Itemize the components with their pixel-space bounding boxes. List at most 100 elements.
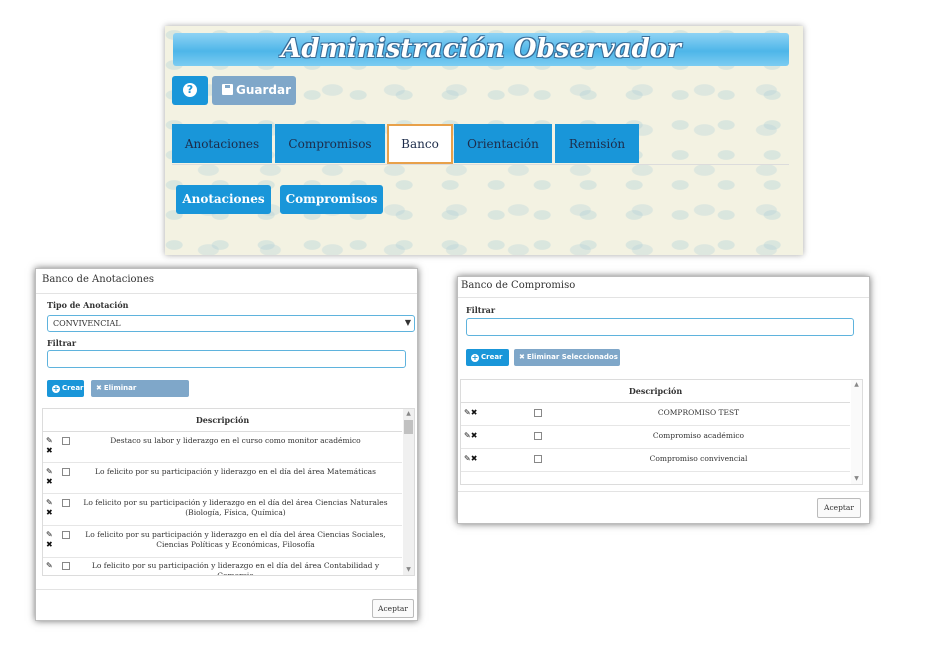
save-button[interactable]: Guardar (212, 76, 296, 105)
delete-x-icon[interactable]: ✖ (46, 477, 53, 486)
pencil-icon[interactable]: ✎ (46, 436, 53, 445)
row-actions: ✎✖ (46, 530, 53, 550)
filter-input[interactable] (47, 350, 406, 368)
main-tabs: Anotaciones Compromisos Banco Orientació… (172, 124, 789, 165)
scroll-up-icon[interactable]: ▲ (403, 409, 414, 419)
row-description: Lo felicito por su participación y lider… (85, 530, 386, 549)
table-scrollbar[interactable]: ▲ ▼ (403, 409, 414, 575)
divider (36, 589, 417, 590)
row-checkbox[interactable] (62, 437, 70, 445)
delete-selected-button[interactable]: ✖ Eliminar Seleccionados (91, 380, 189, 409)
table-row: ✎ ✖ Lo felicito por su participación y li… (43, 493, 402, 526)
title-banner: Administración Observador (173, 33, 789, 66)
filter-input[interactable] (466, 318, 854, 336)
save-label: Guardar (236, 83, 292, 97)
scroll-down-icon[interactable]: ▼ (403, 565, 414, 575)
row-checkbox[interactable] (534, 455, 542, 463)
tab-banco[interactable]: Banco (387, 124, 453, 164)
banco-anotaciones-modal: Banco de Anotaciones Tipo de Anotación C… (35, 268, 418, 621)
subtab-anotaciones-button[interactable]: Anotaciones (176, 185, 271, 214)
table-row: ✎ Lo felicito por su participación y lid… (43, 557, 402, 576)
row-actions: ✎✖ (464, 431, 477, 441)
compromiso-table: Descripción ✎✖ COMPROMISO TEST ✎✖ Compro… (460, 379, 863, 485)
delete-x-icon[interactable]: ✖ (471, 408, 478, 417)
accept-button[interactable]: Aceptar (817, 498, 861, 518)
help-button[interactable]: ? (172, 76, 208, 105)
delete-x-icon[interactable]: ✖ (46, 446, 53, 455)
filter-label: Filtrar (466, 305, 496, 315)
row-description: Destaco su labor y liderazgo en el curso… (110, 436, 361, 445)
times-icon: ✖ (96, 384, 102, 392)
accept-button[interactable]: Aceptar (372, 599, 414, 618)
row-description: Compromiso convivencial (649, 454, 748, 463)
table-row: ✎ ✖ Lo felicito por su participación y li… (43, 525, 402, 558)
caret-down-icon: ▼ (404, 318, 411, 327)
delete-x-icon[interactable]: ✖ (46, 540, 53, 549)
type-select[interactable]: CONVIVENCIAL ▼ (47, 315, 415, 332)
table-scrollbar[interactable]: ▲ ▼ (851, 380, 862, 484)
plus-circle-icon: + (52, 384, 60, 393)
type-select-value: CONVIVENCIAL (53, 319, 121, 328)
subtab-compromisos-button[interactable]: Compromisos (280, 185, 383, 214)
pencil-icon[interactable]: ✎ (464, 431, 471, 440)
divider (36, 293, 417, 294)
banco-compromiso-modal: Banco de Compromiso Filtrar + Crear ✖ Elim… (457, 276, 870, 524)
tab-remision[interactable]: Remisión (555, 124, 639, 163)
create-button[interactable]: + Crear (466, 349, 509, 366)
delete-selected-button[interactable]: ✖ Eliminar Seleccionados (514, 349, 620, 366)
pencil-icon[interactable]: ✎ (46, 498, 53, 507)
question-circle-icon: ? (183, 83, 197, 97)
row-checkbox[interactable] (62, 562, 70, 570)
pencil-icon[interactable]: ✎ (464, 408, 471, 417)
row-description: Lo felicito por su participación y lider… (83, 498, 388, 517)
row-actions: ✎✖ (46, 467, 53, 487)
delete-x-icon[interactable]: ✖ (471, 454, 478, 463)
row-checkbox[interactable] (62, 499, 70, 507)
table-row: ✎ ✖ Destaco su labor y liderazgo en el cu… (43, 431, 402, 463)
divider (458, 297, 869, 298)
column-header-descripcion: Descripción (461, 380, 850, 403)
row-description: Lo felicito por su participación y lider… (91, 561, 380, 576)
row-actions: ✎ (46, 561, 53, 571)
modal-title: Banco de Anotaciones (42, 274, 155, 285)
column-header-descripcion: Descripción (43, 409, 402, 432)
row-actions: ✎✖ (464, 454, 477, 464)
tab-compromisos[interactable]: Compromisos (275, 124, 385, 163)
scroll-up-icon[interactable]: ▲ (851, 380, 862, 390)
times-icon: ✖ (519, 353, 525, 361)
page-title: Administración Observador (281, 34, 681, 64)
divider (458, 491, 869, 492)
delete-label: Eliminar Seleccionados (526, 353, 618, 361)
pencil-icon[interactable]: ✎ (46, 561, 53, 570)
pencil-icon[interactable]: ✎ (464, 454, 471, 463)
scroll-down-icon[interactable]: ▼ (851, 474, 862, 484)
pencil-icon[interactable]: ✎ (46, 467, 53, 476)
delete-x-icon[interactable]: ✖ (471, 431, 478, 440)
tab-anotaciones[interactable]: Anotaciones (172, 124, 272, 163)
table-row: ✎✖ Compromiso académico (461, 425, 850, 449)
anotaciones-table: Descripción ✎ ✖ Destaco su labor y lidera… (42, 408, 415, 576)
row-checkbox[interactable] (534, 432, 542, 440)
row-checkbox[interactable] (534, 409, 542, 417)
filter-label: Filtrar (47, 338, 77, 348)
pencil-icon[interactable]: ✎ (46, 530, 53, 539)
scrollbar-thumb[interactable] (404, 420, 413, 434)
tab-orientacion[interactable]: Orientación (454, 124, 552, 163)
row-description: Lo felicito por su participación y lider… (94, 467, 376, 476)
modal-title: Banco de Compromiso (461, 280, 576, 291)
create-label: Crear (481, 353, 503, 361)
row-checkbox[interactable] (62, 531, 70, 539)
row-description: Compromiso académico (652, 431, 745, 440)
row-actions: ✎✖ (464, 408, 477, 418)
row-actions: ✎✖ (46, 436, 53, 456)
create-button[interactable]: + Crear (47, 380, 84, 397)
plus-circle-icon: + (471, 353, 479, 362)
row-checkbox[interactable] (62, 468, 70, 476)
floppy-disk-icon (222, 84, 233, 95)
admin-panel: Administración Observador ? Guardar Anot… (165, 26, 803, 255)
table-row: ✎✖ COMPROMISO TEST (461, 402, 850, 426)
create-label: Crear (62, 384, 84, 392)
row-actions: ✎✖ (46, 498, 53, 518)
type-label: Tipo de Anotación (47, 300, 129, 310)
delete-x-icon[interactable]: ✖ (46, 508, 53, 517)
